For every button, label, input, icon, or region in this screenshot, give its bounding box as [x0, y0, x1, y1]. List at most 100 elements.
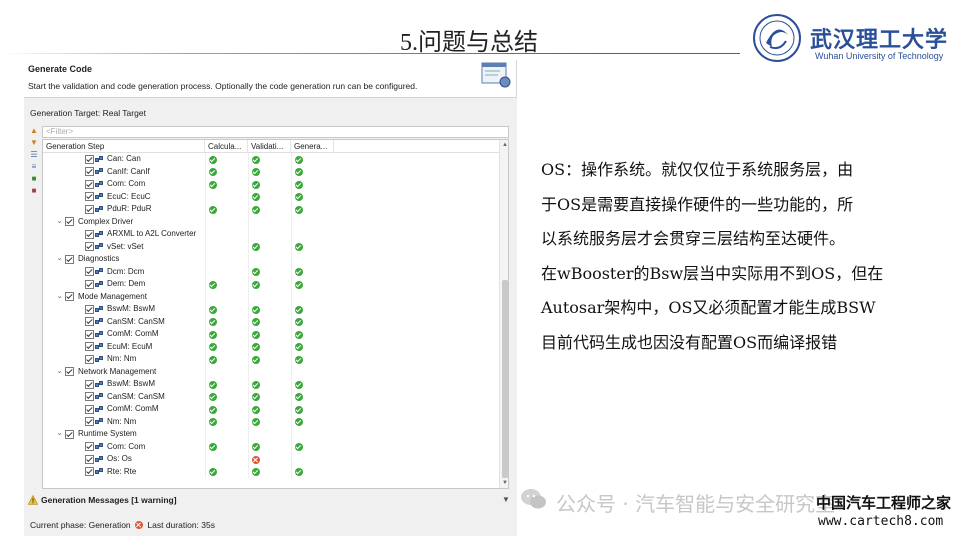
calc-status-cell: [205, 315, 248, 328]
calc-status-cell: [205, 165, 248, 178]
tree-group-row[interactable]: ⌄ Complex Driver: [43, 215, 499, 229]
tree-scrollbar[interactable]: ▲ ▼: [499, 140, 508, 488]
step-checkbox[interactable]: [85, 454, 94, 464]
tree-step-row[interactable]: CanIf: CanIf: [43, 165, 499, 178]
scroll-up-icon[interactable]: ▲: [500, 140, 508, 150]
tree-group-row[interactable]: ⌄ Diagnostics: [43, 253, 499, 266]
collapse-all-icon[interactable]: ≡: [29, 162, 39, 172]
success-icon: [209, 443, 217, 451]
step-checkbox[interactable]: [85, 417, 94, 426]
gen-status-cell: [291, 190, 334, 203]
tree-step-row[interactable]: Nm: Nm: [43, 353, 499, 366]
step-checkbox[interactable]: [85, 342, 94, 351]
tree-step-row[interactable]: BswM: BswM: [43, 378, 499, 391]
scroll-down-icon[interactable]: ▼: [500, 478, 508, 488]
tree-step-row[interactable]: ComM: ComM: [43, 403, 499, 416]
tree-step-row[interactable]: Com: Com: [43, 178, 499, 191]
expand-all-icon[interactable]: ☰: [29, 150, 39, 160]
step-checkbox[interactable]: [85, 467, 94, 476]
tree-group-row[interactable]: ⌄ Mode Management: [43, 290, 499, 304]
tree-step-row[interactable]: EcuM: EcuM: [43, 340, 499, 353]
step-checkbox[interactable]: [85, 379, 94, 389]
collapse-messages-icon[interactable]: ▼: [502, 493, 510, 507]
step-label: Os: Os: [107, 454, 132, 463]
tree-step-row[interactable]: Rte: Rte: [43, 465, 499, 478]
step-checkbox[interactable]: [85, 192, 94, 201]
select-all-icon[interactable]: ■: [29, 174, 39, 184]
column-header-generation[interactable]: Genera...: [291, 140, 334, 153]
step-cell: ⌄ Mode Management: [43, 291, 205, 304]
tree-step-row[interactable]: EcuC: EcuC: [43, 190, 499, 203]
valid-status-cell: [248, 328, 291, 341]
tree-step-row[interactable]: Nm: Nm: [43, 415, 499, 428]
column-header-step[interactable]: Generation Step: [43, 140, 205, 153]
tree-step-row[interactable]: Dem: Dem: [43, 278, 499, 291]
step-label: Nm: Nm: [107, 354, 137, 363]
step-label: CanIf: CanIf: [107, 166, 150, 176]
tree-step-row[interactable]: CanSM: CanSM: [43, 315, 499, 328]
tree-step-row[interactable]: Dcm: Dcm: [43, 265, 499, 278]
step-checkbox[interactable]: [65, 367, 74, 376]
step-checkbox[interactable]: [85, 304, 94, 314]
step-checkbox[interactable]: [85, 317, 94, 326]
tree-group-row[interactable]: ⌄ Runtime System: [43, 428, 499, 441]
tree-step-row[interactable]: Com: Com: [43, 440, 499, 453]
university-name-cn: 武汉理工大学: [810, 27, 949, 53]
step-checkbox[interactable]: [85, 279, 94, 289]
column-header-validation[interactable]: Validati...: [248, 140, 291, 153]
step-checkbox[interactable]: [85, 267, 94, 276]
step-checkbox[interactable]: [85, 392, 94, 401]
expand-toggle-icon[interactable]: ⌄: [55, 428, 64, 441]
tree-group-row[interactable]: ⌄ Network Management: [43, 365, 499, 379]
step-checkbox[interactable]: [85, 179, 94, 189]
step-checkbox[interactable]: [85, 329, 94, 339]
success-icon: [295, 193, 303, 201]
step-checkbox[interactable]: [65, 217, 74, 226]
success-icon: [252, 443, 260, 451]
step-checkbox[interactable]: [65, 429, 74, 439]
tree-step-row[interactable]: PduR: PduR: [43, 203, 499, 216]
move-down-icon[interactable]: ▼: [29, 138, 39, 148]
step-checkbox[interactable]: [65, 254, 74, 264]
step-label: EcuC: EcuC: [107, 191, 151, 201]
generation-messages-bar[interactable]: Generation Messages [1 warning] ▼: [24, 493, 517, 507]
scrollbar-thumb[interactable]: [502, 280, 508, 478]
step-checkbox[interactable]: [85, 404, 94, 414]
tree-step-row[interactable]: ARXML to A2L Converter: [43, 228, 499, 241]
step-checkbox[interactable]: [85, 154, 94, 164]
step-checkbox[interactable]: [85, 354, 94, 364]
step-checkbox[interactable]: [85, 204, 94, 214]
tree-step-row[interactable]: Can: Can: [43, 153, 499, 166]
filter-input[interactable]: <Filter>: [42, 126, 509, 138]
success-icon: [252, 180, 260, 189]
tree-step-row[interactable]: BswM: BswM: [43, 303, 499, 316]
valid-status-cell: [248, 290, 291, 303]
step-checkbox[interactable]: [85, 242, 94, 251]
step-checkbox[interactable]: [85, 442, 94, 451]
expand-toggle-icon[interactable]: ⌄: [55, 291, 64, 304]
success-icon: [209, 280, 217, 289]
success-icon: [209, 343, 217, 351]
step-label: Rte: Rte: [107, 466, 137, 476]
column-header-calculation[interactable]: Calcula...: [205, 140, 248, 153]
expand-toggle-icon[interactable]: ⌄: [55, 366, 64, 379]
tree-step-row[interactable]: vSet: vSet: [43, 240, 499, 253]
tree-step-row[interactable]: ComM: ComM: [43, 328, 499, 341]
expand-toggle-icon[interactable]: ⌄: [55, 216, 64, 229]
step-checkbox[interactable]: [65, 292, 74, 301]
watermark-url: www.cartech8.com: [818, 514, 944, 529]
move-up-icon[interactable]: ▲: [29, 126, 39, 136]
step-checkbox[interactable]: [85, 229, 94, 239]
success-icon: [252, 330, 260, 339]
success-icon: [209, 330, 217, 339]
step-checkbox[interactable]: [85, 167, 94, 176]
deselect-all-icon[interactable]: ■: [29, 186, 39, 196]
tree-step-row[interactable]: Os: Os: [43, 453, 499, 466]
expand-toggle-icon[interactable]: ⌄: [55, 253, 64, 266]
step-cell: Can: Can: [43, 153, 205, 166]
gen-status-cell: [291, 278, 334, 291]
module-icon: [95, 155, 105, 163]
gen-status-cell: [291, 303, 334, 316]
tree-step-row[interactable]: CanSM: CanSM: [43, 390, 499, 403]
step-label: CanSM: CanSM: [107, 316, 165, 326]
